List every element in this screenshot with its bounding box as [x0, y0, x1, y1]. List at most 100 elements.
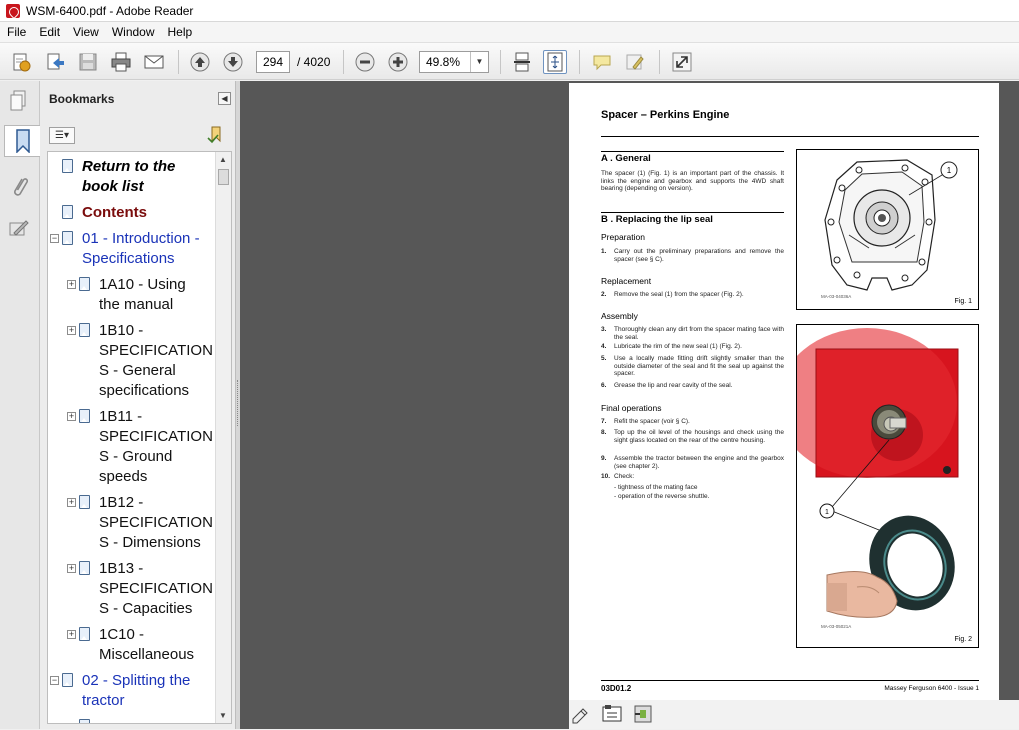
expand-icon[interactable]	[670, 50, 694, 74]
save-icon[interactable]	[76, 50, 100, 74]
expand-toggle-icon[interactable]: +	[67, 280, 76, 289]
bookmark-label: 1A10 - Using the manual	[99, 276, 186, 313]
page-thumbnails-icon[interactable]	[4, 85, 34, 117]
bookmark-item[interactable]: Return to the book list	[48, 157, 216, 197]
email-icon[interactable]	[142, 50, 166, 74]
section-a-heading: A . General	[601, 151, 784, 164]
bookmark-item[interactable]: − 02 - Splitting the tractor	[48, 671, 216, 711]
step-9: 9. Assemble the tractor between the engin…	[601, 455, 784, 470]
step-8: 8. Top up the oil level of the housings a…	[601, 429, 784, 444]
bookmark-icon	[79, 277, 90, 291]
bookmark-icon	[62, 231, 73, 245]
fig2-caption: Fig. 2	[954, 636, 972, 643]
menu-window[interactable]: Window	[105, 25, 161, 39]
replacement-heading: Replacement	[601, 276, 652, 286]
bookmark-icon	[62, 159, 73, 173]
menu-file[interactable]: File	[0, 25, 32, 39]
expand-toggle-icon[interactable]: +	[67, 564, 76, 573]
bookmark-item[interactable]: +1C10 - Miscellaneous	[48, 625, 216, 665]
pdf-page: Spacer – Perkins Engine A . General The …	[569, 83, 999, 729]
collapse-toggle-icon[interactable]: −	[50, 234, 59, 243]
step-6: 6. Grease the lip and rear cavity of the …	[601, 382, 733, 389]
bookmark-item[interactable]: +1B11 - SPECIFICATION S - Ground speeds	[48, 407, 216, 487]
fig1-callout: 1	[947, 166, 952, 175]
scrollbar-thumb[interactable]	[218, 169, 229, 185]
bookmark-icon	[79, 495, 90, 509]
bookmarks-scrollbar[interactable]: ▲ ▼	[215, 152, 231, 723]
expand-toggle-icon[interactable]: +	[67, 498, 76, 507]
fit-page-icon[interactable]	[543, 50, 567, 74]
bookmarks-panel-icon[interactable]	[4, 125, 40, 157]
previous-page-icon[interactable]	[188, 50, 212, 74]
adobe-reader-icon	[6, 3, 20, 18]
bookmark-label: 1B12 - SPECIFICATION S - Dimensions	[99, 494, 213, 551]
bookmark-label: 01 - Introduction - Specifications	[82, 230, 200, 267]
annotation-tool-icon[interactable]	[569, 703, 593, 725]
expand-toggle-icon[interactable]: +	[67, 326, 76, 335]
toolbar-separator	[500, 50, 501, 74]
bookmark-icon	[79, 627, 90, 641]
scrolling-mode-icon[interactable]	[510, 50, 534, 74]
scroll-down-arrow[interactable]: ▼	[219, 711, 228, 720]
step-4: 4. Lubricate the rim of the new seal (1) …	[601, 343, 742, 350]
spacer-drawing: 1	[824, 159, 958, 291]
bookmarks-toolbar: ☰▾	[40, 121, 236, 149]
bookmark-label: Return to the book list	[82, 158, 176, 195]
bookmark-item[interactable]: − 01 - Introduction - Specifications	[48, 229, 216, 269]
bookmark-label: 1B11 - SPECIFICATION S - Ground speeds	[99, 408, 213, 485]
fig1-caption: Fig. 1	[954, 298, 972, 305]
bookmark-item[interactable]: +1A10 - Using the manual	[48, 275, 216, 315]
highlight-icon[interactable]	[623, 50, 647, 74]
zoom-level-value: 49.8%	[426, 55, 461, 69]
comment-icon[interactable]	[590, 50, 614, 74]
create-pdf-icon[interactable]	[9, 50, 33, 74]
bookmark-item[interactable]: Contents	[48, 203, 216, 223]
fig2-reference: MA-03-05021A	[821, 624, 852, 629]
fig1-reference: MA-03-04036A	[821, 294, 852, 299]
step-2: 2. Remove the seal (1) from the spacer (F…	[601, 291, 744, 298]
bookmark-item[interactable]: +1B10 - SPECIFICATION S - General specifica…	[48, 321, 216, 401]
bookmark-label: 1B13 - SPECIFICATION S - Capacities	[99, 560, 213, 617]
bookmark-item[interactable]: +1B13 - SPECIFICATION S - Capacities	[48, 559, 216, 619]
print-icon[interactable]	[109, 50, 133, 74]
toolbar-separator	[659, 50, 660, 74]
title-rule	[601, 136, 979, 137]
figure-2: 1 MA-03-05021A Fig. 2	[777, 324, 979, 648]
collapse-toggle-icon[interactable]: −	[50, 676, 59, 685]
open-file-icon[interactable]	[43, 50, 67, 74]
zoom-out-icon[interactable]	[353, 50, 377, 74]
step-3: 3. Thoroughly clean any dirt from the spa…	[601, 326, 784, 341]
bookmark-label: 02 - Splitting the tractor	[82, 672, 191, 709]
bookmarks-tree: ▲ ▼ Return to the book list Contents − 01 - …	[47, 151, 232, 724]
export-tool-icon[interactable]	[631, 703, 655, 725]
zoom-dropdown-arrow[interactable]: ▼	[470, 52, 488, 72]
scroll-up-arrow[interactable]: ▲	[219, 155, 228, 164]
zoom-level-input[interactable]: 49.8% ▼	[419, 51, 489, 73]
signatures-icon[interactable]	[4, 213, 34, 245]
section-a-text: The spacer (1) (Fig. 1) is an important …	[601, 170, 784, 192]
fig2-callout: 1	[825, 509, 829, 516]
expand-toggle-icon[interactable]: +	[67, 630, 76, 639]
bookmark-icon	[79, 719, 90, 723]
menu-view[interactable]: View	[66, 25, 105, 39]
page-title: Spacer – Perkins Engine	[601, 109, 730, 121]
page-number-input[interactable]: 294	[256, 51, 290, 73]
attachments-icon[interactable]	[4, 171, 34, 203]
splitter-grip[interactable]	[237, 380, 239, 426]
check-item-1: - tightness of the mating face	[614, 484, 698, 491]
expand-toggle-icon[interactable]: +	[67, 412, 76, 421]
assembly-heading: Assembly	[601, 311, 638, 321]
new-bookmark-icon[interactable]	[206, 125, 226, 145]
bookmark-item[interactable]: +1B12 - SPECIFICATION S - Dimensions	[48, 493, 216, 553]
toolbar: 294 / 4020 49.8% ▼	[0, 42, 1019, 80]
next-page-icon[interactable]	[221, 50, 245, 74]
zoom-in-icon[interactable]	[386, 50, 410, 74]
menu-help[interactable]: Help	[161, 25, 199, 39]
page-tools-bar	[569, 700, 1019, 729]
bookmark-options-button[interactable]: ☰▾	[49, 127, 75, 144]
home-tool-icon[interactable]	[600, 703, 624, 725]
figure-1: 1 MA-03-04036A Fig. 1	[796, 149, 979, 310]
document-area[interactable]: Spacer – Perkins Engine A . General The …	[240, 81, 1019, 729]
collapse-panel-button[interactable]: ◀	[218, 92, 231, 105]
menu-edit[interactable]: Edit	[32, 25, 66, 39]
